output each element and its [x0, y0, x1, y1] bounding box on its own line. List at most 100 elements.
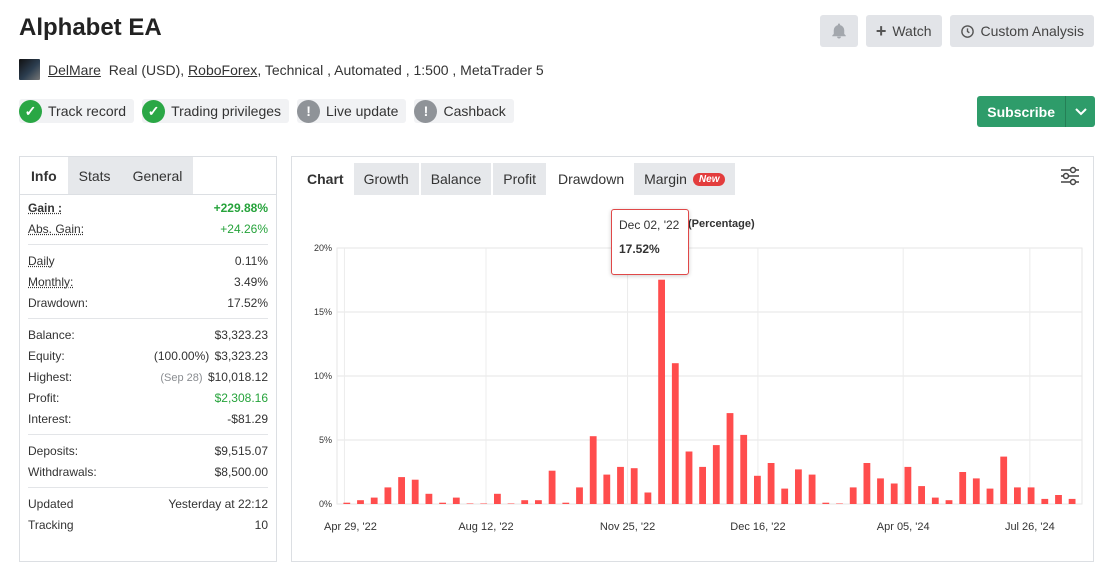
chart-title: (Percentage) — [688, 218, 755, 230]
x-tick-label: Apr 29, '22 — [324, 521, 377, 533]
drawdown-bar[interactable] — [972, 478, 980, 504]
drawdown-chart[interactable]: 0% 5% 10% 15% 20% Apr 29, '22 Aug 12, '22 Nov … — [292, 195, 1093, 561]
tab-margin[interactable]: Margin New — [634, 163, 736, 195]
stat-drawdown: Drawdown: 17.52% — [28, 295, 268, 310]
drawdown-bar[interactable] — [1014, 487, 1021, 504]
tab-growth[interactable]: Growth — [353, 163, 419, 195]
drawdown-bar[interactable] — [890, 483, 898, 505]
drawdown-bar[interactable] — [1041, 498, 1049, 504]
custom-analysis-button[interactable]: Custom Analysis — [949, 15, 1094, 47]
drawdown-bar[interactable] — [740, 434, 748, 504]
drawdown-bar[interactable] — [343, 502, 351, 504]
drawdown-bar[interactable] — [370, 497, 378, 504]
drawdown-bar[interactable] — [685, 451, 693, 505]
drawdown-bar[interactable] — [466, 503, 474, 505]
watch-label: Watch — [892, 23, 932, 39]
notification-button[interactable] — [819, 15, 858, 47]
x-tick-label: Apr 05, '24 — [877, 521, 930, 533]
stats-panel: Info Stats General Gain : +229.88% Abs. … — [19, 156, 277, 562]
chevron-down-icon[interactable] — [1065, 96, 1095, 127]
drawdown-bar[interactable] — [576, 487, 583, 504]
drawdown-bar[interactable] — [630, 468, 638, 504]
drawdown-bar[interactable] — [425, 493, 433, 504]
drawdown-bar[interactable] — [1027, 487, 1035, 504]
badges-row: ✓ Track record ✓ Trading privileges ! Li… — [19, 99, 514, 123]
drawdown-bar[interactable] — [849, 487, 857, 504]
drawdown-bar[interactable] — [959, 472, 967, 504]
badge-cashback[interactable]: ! Cashback — [414, 99, 514, 123]
drawdown-bar[interactable] — [452, 497, 460, 504]
drawdown-bar[interactable] — [822, 502, 830, 504]
badge-label: Live update — [326, 103, 399, 119]
stat-interest: Interest: -$81.29 — [28, 411, 268, 426]
drawdown-bar[interactable] — [480, 503, 488, 505]
drawdown-bar[interactable] — [411, 479, 419, 504]
drawdown-bar[interactable] — [535, 500, 542, 504]
watch-button[interactable]: + Watch — [865, 15, 942, 47]
drawdown-bar[interactable] — [918, 486, 925, 504]
tab-profit[interactable]: Profit — [493, 163, 546, 195]
drawdown-bar[interactable] — [863, 463, 871, 504]
drawdown-bar[interactable] — [562, 502, 570, 504]
drawdown-bar[interactable] — [644, 492, 652, 505]
exclamation-icon: ! — [414, 99, 438, 123]
x-tick-label: Jul 26, '24 — [1005, 521, 1055, 533]
drawdown-bar[interactable] — [836, 503, 843, 505]
drawdown-bar[interactable] — [726, 413, 734, 504]
drawdown-bar[interactable] — [507, 503, 515, 505]
stat-abs-gain: Abs. Gain: +24.26% — [28, 221, 268, 236]
badge-live-update[interactable]: ! Live update — [297, 99, 407, 123]
tab-stats[interactable]: Stats — [67, 157, 122, 194]
stat-equity: Equity: (100.00%) $3,323.23 — [28, 348, 268, 363]
tab-drawdown[interactable]: Drawdown — [547, 163, 635, 195]
drawdown-bar[interactable] — [945, 500, 953, 504]
user-link[interactable]: DelMare — [48, 62, 101, 78]
drawdown-bar[interactable] — [754, 475, 761, 504]
drawdown-bar[interactable] — [986, 488, 994, 504]
drawdown-bar[interactable] — [548, 470, 556, 504]
drawdown-bar[interactable] — [671, 363, 679, 504]
tab-info[interactable]: Info — [20, 157, 68, 194]
stats-list: Gain : +229.88% Abs. Gain: +24.26% Daily… — [20, 195, 276, 535]
drawdown-bar[interactable] — [617, 466, 624, 504]
clock-icon — [960, 24, 974, 38]
drawdown-bar[interactable] — [398, 477, 405, 504]
drawdown-bar[interactable] — [1068, 498, 1076, 504]
sliders-icon[interactable] — [1059, 165, 1081, 187]
drawdown-bar[interactable] — [767, 463, 775, 504]
y-tick-label: 15% — [314, 307, 332, 317]
drawdown-bar[interactable] — [658, 279, 665, 504]
drawdown-bar[interactable] — [795, 469, 802, 504]
drawdown-bar[interactable] — [808, 474, 816, 504]
divider — [28, 244, 268, 245]
exclamation-icon: ! — [297, 99, 321, 123]
drawdown-bar[interactable] — [494, 493, 501, 504]
badge-label: Trading privileges — [171, 103, 282, 119]
drawdown-bar[interactable] — [439, 502, 446, 504]
avatar[interactable] — [19, 59, 40, 80]
broker-link[interactable]: RoboForex — [188, 62, 257, 78]
equity-value: $3,323.23 — [214, 348, 268, 363]
stat-tracking: Tracking 10 — [28, 517, 268, 532]
drawdown-bar[interactable] — [931, 497, 939, 504]
drawdown-bar[interactable] — [904, 466, 912, 504]
drawdown-bar[interactable] — [1000, 456, 1008, 504]
drawdown-bar[interactable] — [603, 474, 611, 504]
drawdown-bar[interactable] — [699, 466, 706, 504]
tab-general[interactable]: General — [121, 157, 194, 194]
subscribe-button[interactable]: Subscribe — [977, 96, 1095, 127]
drawdown-bar[interactable] — [781, 488, 789, 504]
tab-balance[interactable]: Balance — [420, 163, 492, 195]
drawdown-bar[interactable] — [877, 478, 884, 504]
drawdown-bar[interactable] — [589, 436, 597, 504]
drawdown-bar[interactable] — [521, 500, 529, 504]
badge-trading-privileges[interactable]: ✓ Trading privileges — [142, 99, 290, 123]
stat-updated: Updated Yesterday at 22:12 — [28, 496, 268, 511]
tab-chart[interactable]: Chart — [297, 163, 354, 195]
drawdown-bar[interactable] — [357, 500, 364, 504]
badge-track-record[interactable]: ✓ Track record — [19, 99, 135, 123]
drawdown-bar[interactable] — [1055, 495, 1062, 504]
drawdown-bar[interactable] — [384, 487, 392, 504]
drawdown-bar[interactable] — [712, 445, 720, 504]
chart-tooltip: Dec 02, '22 17.52% — [611, 209, 689, 275]
